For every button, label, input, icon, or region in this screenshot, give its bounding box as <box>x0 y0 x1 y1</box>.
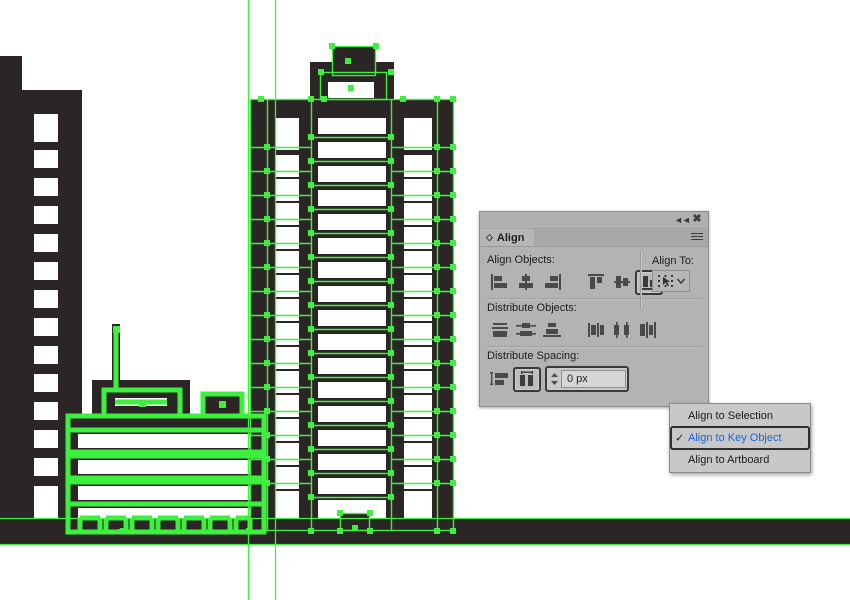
spacing-input[interactable]: 0 px <box>561 370 626 388</box>
vertical-distribute-top-icon <box>489 321 511 339</box>
vertical-distribute-spacing-icon <box>489 370 511 388</box>
horizontal-distribute-spacing-button[interactable] <box>513 367 541 392</box>
menu-item-align-to-selection-label: Align to Selection <box>688 410 773 422</box>
vertical-distribute-center-icon <box>515 321 537 339</box>
horizontal-align-right-button[interactable] <box>539 271 564 293</box>
distribute-spacing-label: Distribute Spacing: <box>487 350 708 362</box>
horizontal-distribute-spacing-icon <box>516 370 538 388</box>
horizontal-distribute-right-icon <box>637 321 659 339</box>
panel-title-bar[interactable]: ◄◄ ✖ <box>480 212 708 229</box>
tab-align[interactable]: ◇ Align <box>480 229 534 246</box>
menu-item-align-to-artboard-label: Align to Artboard <box>688 454 769 466</box>
double-chevron-left-icon[interactable]: ◄◄ <box>674 214 686 226</box>
vertical-distribute-top-button[interactable] <box>487 319 512 341</box>
vertical-align-top-button[interactable] <box>583 271 608 293</box>
close-icon[interactable]: ✖ <box>691 213 703 225</box>
align-to-label: Align To: <box>652 255 704 267</box>
spacing-input-group[interactable]: 0 px <box>545 366 629 392</box>
chevron-down-icon <box>676 276 686 286</box>
section-divider-2 <box>486 346 702 348</box>
distribute-spacing-row: 0 px <box>480 364 708 394</box>
panel-body: Align Objects: <box>480 247 708 412</box>
align-to-key-object-icon <box>657 273 675 289</box>
align-to-dropdown-menu[interactable]: Align to Selection ✓ Align to Key Object… <box>669 403 811 473</box>
horizontal-align-center-button[interactable] <box>513 271 538 293</box>
distribute-objects-label: Distribute Objects: <box>487 302 708 314</box>
horizontal-align-right-icon <box>542 273 562 291</box>
vertical-distribute-spacing-button[interactable] <box>487 368 512 390</box>
horizontal-align-left-icon <box>490 273 510 291</box>
stepper-arrows-icon <box>549 371 560 387</box>
menu-item-align-to-selection[interactable]: Align to Selection <box>670 406 810 426</box>
check-icon: ✓ <box>675 432 684 445</box>
vertical-distribute-center-button[interactable] <box>513 319 538 341</box>
tab-align-label: Align <box>497 232 525 244</box>
horizontal-distribute-left-icon <box>585 321 607 339</box>
distribute-objects-button-row <box>480 316 708 346</box>
menu-item-align-to-key-object[interactable]: ✓ Align to Key Object <box>670 426 810 450</box>
section-divider-1 <box>486 298 702 300</box>
vertical-distribute-bottom-button[interactable] <box>539 319 564 341</box>
horizontal-distribute-center-icon <box>611 321 633 339</box>
city-skyline-artwork <box>0 0 850 600</box>
horizontal-align-left-button[interactable] <box>487 271 512 293</box>
vertical-align-center-icon <box>612 273 632 291</box>
menu-item-align-to-artboard[interactable]: Align to Artboard <box>670 450 810 470</box>
center-tower-shape <box>250 46 454 531</box>
illustration-canvas[interactable] <box>0 0 850 600</box>
vertical-align-top-icon <box>586 273 606 291</box>
spacing-stepper[interactable] <box>547 369 561 389</box>
panel-vertical-separator <box>640 251 642 309</box>
horizontal-distribute-right-button[interactable] <box>635 319 660 341</box>
horizontal-distribute-left-button[interactable] <box>583 319 608 341</box>
diamond-icon: ◇ <box>486 232 493 243</box>
panel-menu-icon[interactable] <box>691 233 703 242</box>
panel-tab-bar[interactable]: ◇ Align <box>480 229 708 247</box>
horizontal-align-center-icon <box>516 273 536 291</box>
align-panel[interactable]: ◄◄ ✖ ◇ Align Align Objects: <box>479 211 709 407</box>
vertical-align-center-button[interactable] <box>609 271 634 293</box>
align-to-group: Align To: <box>652 253 704 292</box>
horizontal-distribute-center-button[interactable] <box>609 319 634 341</box>
menu-item-align-to-key-object-label: Align to Key Object <box>688 432 782 444</box>
align-to-dropdown-button[interactable] <box>652 270 690 292</box>
vertical-distribute-bottom-icon <box>541 321 563 339</box>
